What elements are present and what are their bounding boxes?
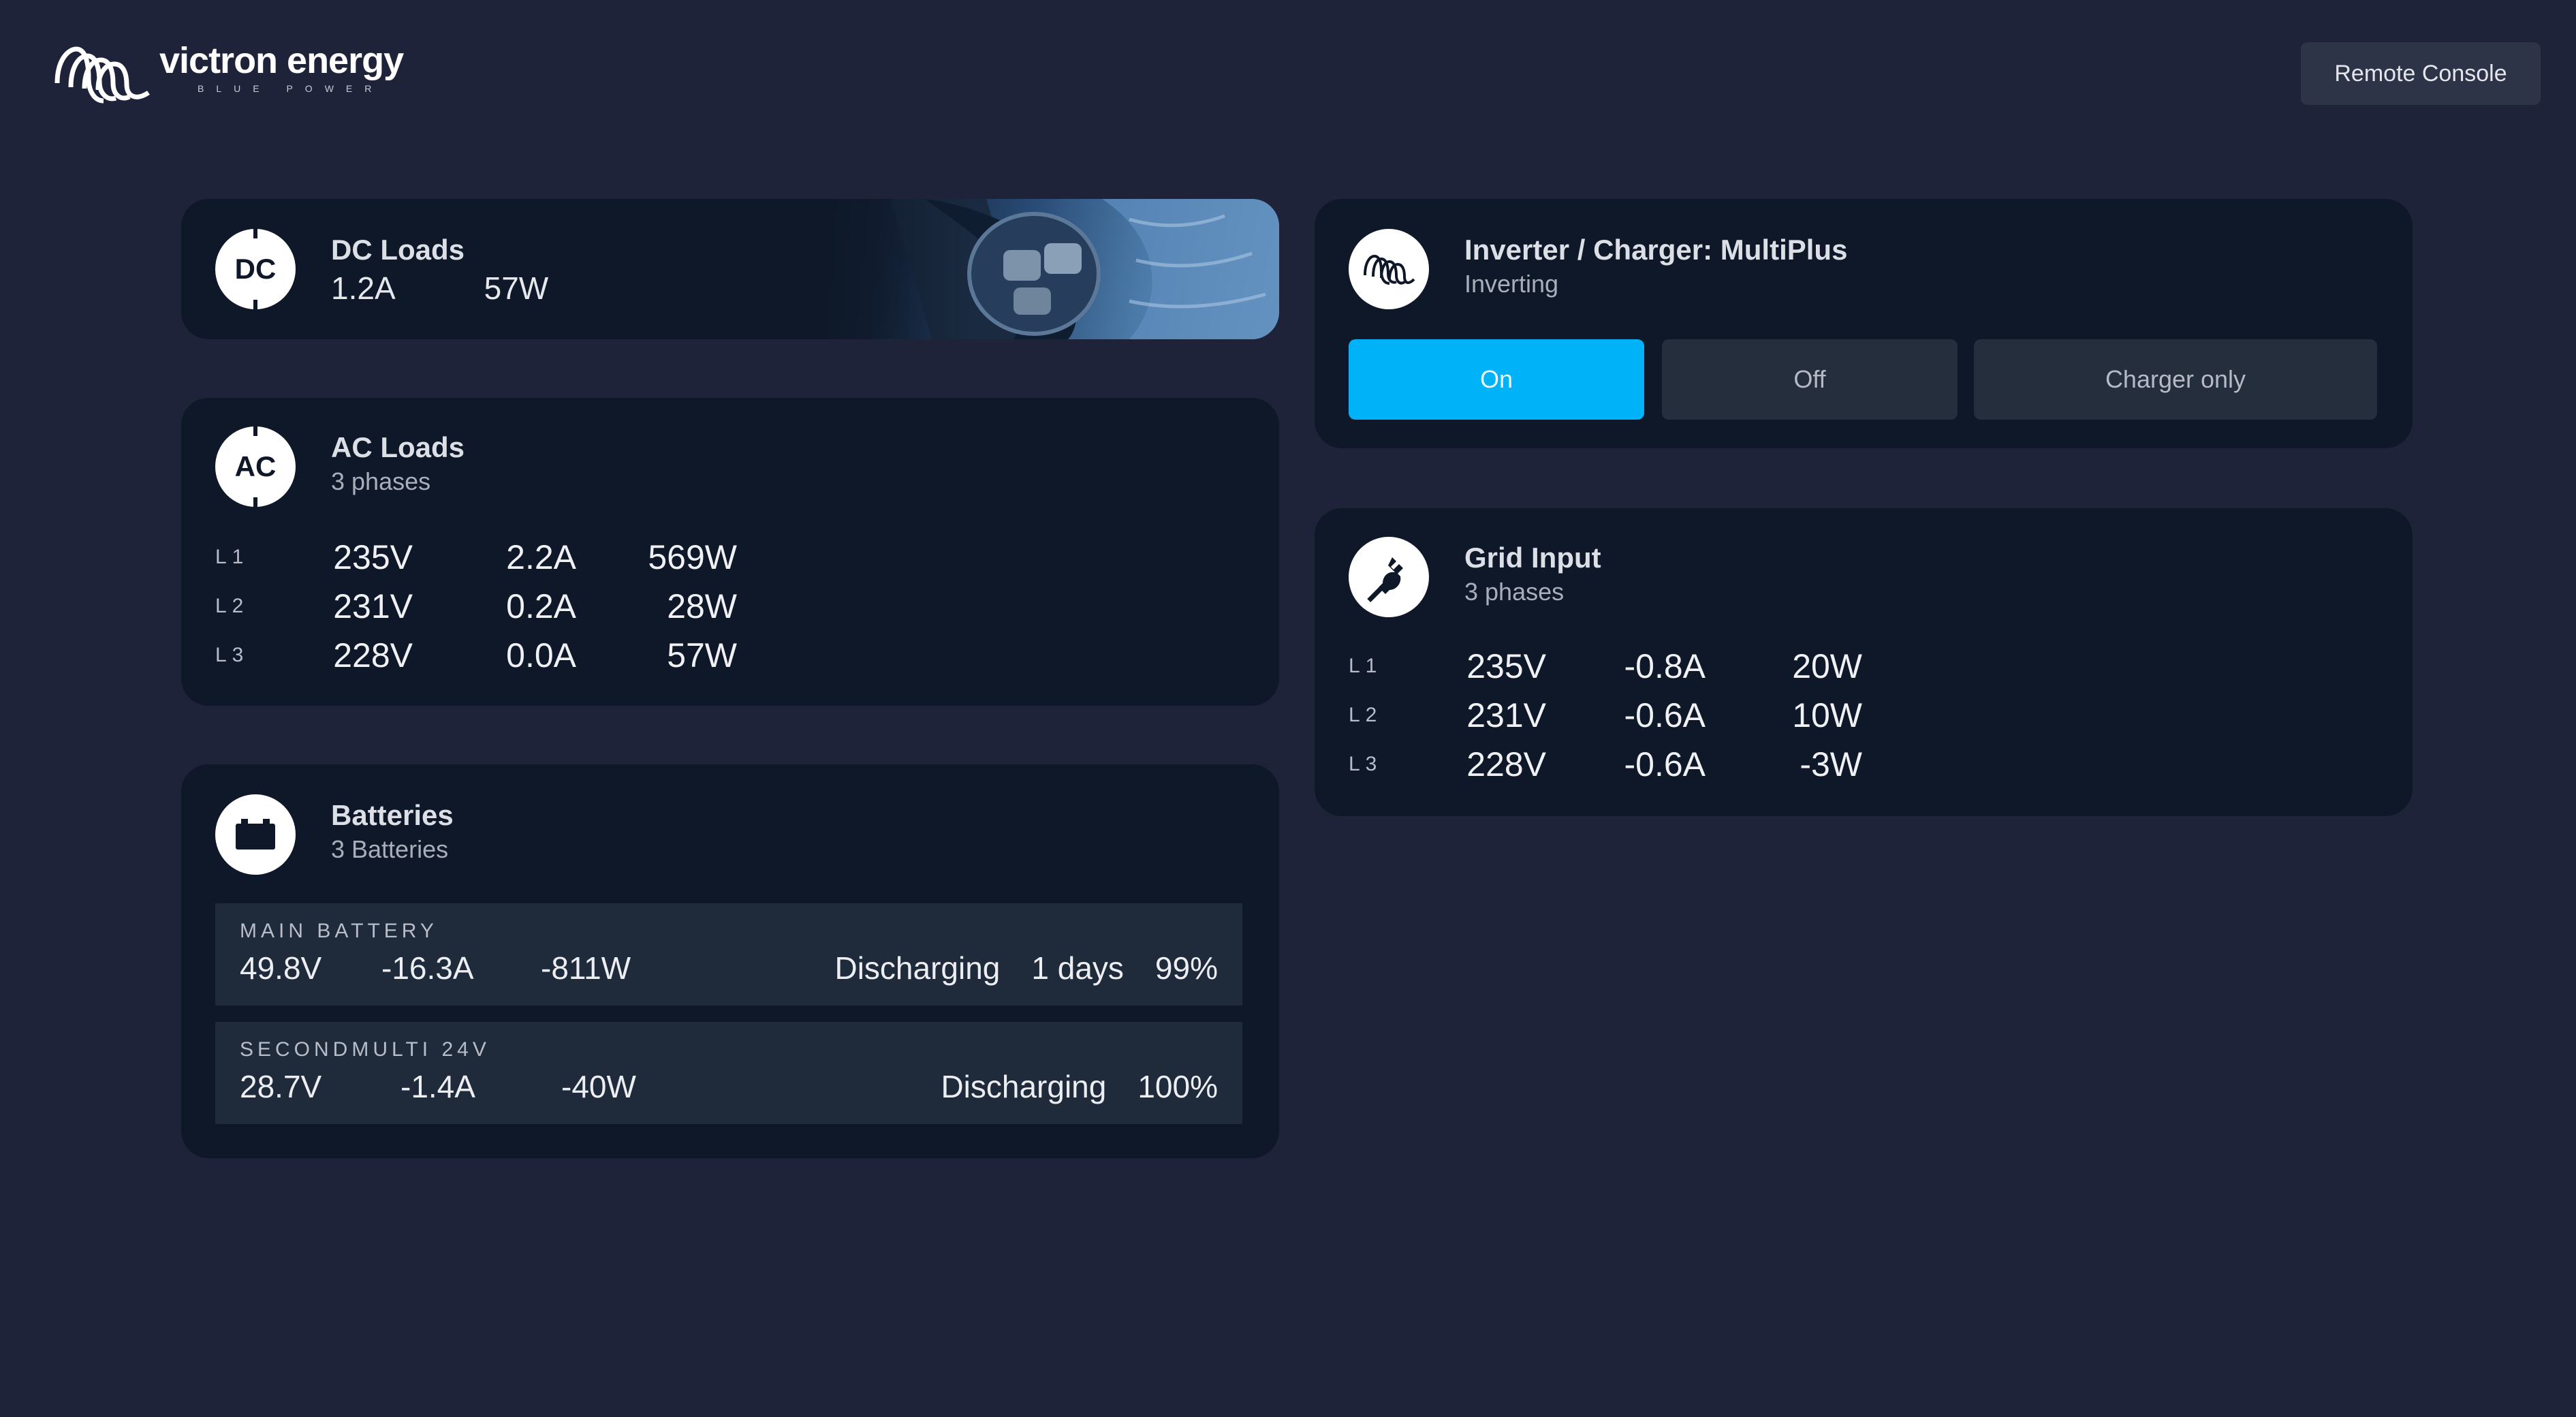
battery-state: Discharging bbox=[941, 1069, 1107, 1104]
phase-voltage: 228V bbox=[1466, 745, 1546, 783]
phase-row: L1 235V 2.2A 569W bbox=[215, 533, 737, 582]
ac-loads-phases: L1 235V 2.2A 569W L2 231V 0.2A 28W L3 22… bbox=[215, 533, 737, 680]
battery-name: SECONDMULTI 24V bbox=[240, 1038, 490, 1061]
battery-values: 49.8V -16.3A -811W Discharging 1 days 99… bbox=[240, 950, 1218, 986]
dc-loads-card[interactable]: DC DC Loads 1.2A 57W bbox=[181, 199, 1279, 339]
phase-label: L3 bbox=[215, 644, 249, 666]
battery-soc: 99% bbox=[1155, 950, 1218, 986]
boat-image bbox=[809, 199, 1279, 339]
phase-voltage: 231V bbox=[1466, 696, 1546, 734]
phase-voltage: 235V bbox=[1466, 647, 1546, 685]
plug-icon bbox=[1349, 537, 1429, 617]
logo-wordmark: victron energy BLUE POWER bbox=[159, 40, 404, 94]
phase-label: L3 bbox=[1349, 753, 1383, 775]
phase-row: L2 231V -0.6A 10W bbox=[1349, 691, 1862, 740]
phase-row: L3 228V 0.0A 57W bbox=[215, 631, 737, 680]
ac-loads-card[interactable]: AC AC Loads 3 phases L1 235V 2.2A 569W L… bbox=[181, 398, 1279, 706]
phase-power: 10W bbox=[1792, 696, 1862, 734]
remote-console-button[interactable]: Remote Console bbox=[2301, 42, 2541, 105]
phase-power: 57W bbox=[667, 636, 737, 674]
battery-power: -40W bbox=[561, 1069, 636, 1104]
mode-charger-only-button[interactable]: Charger only bbox=[1974, 339, 2377, 420]
phase-power: 569W bbox=[648, 538, 737, 576]
batteries-card[interactable]: Batteries 3 Batteries MAIN BATTERY 49.8V… bbox=[181, 764, 1279, 1158]
grid-input-card[interactable]: Grid Input 3 phases L1 235V -0.8A 20W L2… bbox=[1315, 508, 2413, 816]
dc-loads-values: 1.2A 57W bbox=[331, 270, 637, 307]
logo-name: victron energy bbox=[159, 40, 404, 81]
phase-power: -3W bbox=[1800, 745, 1862, 783]
batteries-subtitle: 3 Batteries bbox=[331, 835, 449, 864]
batteries-header: Batteries 3 Batteries bbox=[215, 794, 454, 875]
mode-off-button[interactable]: Off bbox=[1662, 339, 1958, 420]
mode-on-button[interactable]: On bbox=[1349, 339, 1644, 420]
phase-label: L1 bbox=[1349, 655, 1383, 677]
inverter-header: Inverter / Charger: MultiPlus Inverting bbox=[1349, 229, 1847, 309]
phase-voltage: 235V bbox=[333, 538, 413, 576]
inverter-title: Inverter / Charger: MultiPlus bbox=[1464, 234, 1848, 266]
phase-row: L1 235V -0.8A 20W bbox=[1349, 642, 1862, 691]
phase-current: 0.0A bbox=[506, 636, 576, 674]
battery-time: 1 days bbox=[1031, 950, 1124, 986]
ac-loads-header: AC AC Loads 3 phases bbox=[215, 426, 465, 507]
phase-label: L2 bbox=[1349, 704, 1383, 726]
battery-soc: 100% bbox=[1137, 1069, 1218, 1104]
battery-icon bbox=[215, 794, 296, 875]
inverter-card[interactable]: Inverter / Charger: MultiPlus Inverting … bbox=[1315, 199, 2413, 448]
grid-input-phases: L1 235V -0.8A 20W L2 231V -0.6A 10W L3 2… bbox=[1349, 642, 1862, 789]
dc-loads-title: DC Loads bbox=[331, 234, 465, 266]
dc-badge-icon: DC bbox=[215, 229, 296, 309]
phase-current: 0.2A bbox=[506, 587, 576, 625]
phase-row: L2 231V 0.2A 28W bbox=[215, 582, 737, 631]
phase-label: L2 bbox=[215, 595, 249, 617]
victron-logo: victron energy BLUE POWER bbox=[53, 40, 404, 108]
dc-loads-current: 1.2A bbox=[331, 270, 396, 307]
phase-power: 28W bbox=[667, 587, 737, 625]
ac-badge-icon: AC bbox=[215, 426, 296, 507]
victron-logo-icon bbox=[54, 46, 150, 104]
grid-input-subtitle: 3 phases bbox=[1464, 578, 1565, 606]
battery-item-main[interactable]: MAIN BATTERY 49.8V -16.3A -811W Discharg… bbox=[215, 903, 1242, 1006]
ac-loads-subtitle: 3 phases bbox=[331, 467, 431, 496]
phase-label: L1 bbox=[215, 546, 249, 568]
inverter-coil-icon bbox=[1349, 229, 1429, 309]
grid-input-title: Grid Input bbox=[1464, 542, 1601, 574]
battery-current: -1.4A bbox=[400, 1069, 475, 1104]
battery-current: -16.3A bbox=[381, 950, 474, 986]
phase-voltage: 228V bbox=[333, 636, 413, 674]
battery-item-secondmulti[interactable]: SECONDMULTI 24V 28.7V -1.4A -40W Dischar… bbox=[215, 1022, 1242, 1124]
inverter-subtitle: Inverting bbox=[1464, 270, 1559, 298]
phase-current: -0.8A bbox=[1624, 647, 1706, 685]
phase-current: -0.6A bbox=[1624, 696, 1706, 734]
grid-input-header: Grid Input 3 phases bbox=[1349, 537, 1601, 617]
phase-current: 2.2A bbox=[506, 538, 576, 576]
battery-values: 28.7V -1.4A -40W Discharging 100% bbox=[240, 1068, 1218, 1105]
dashboard-page: victron energy BLUE POWER Remote Console bbox=[0, 0, 2576, 1417]
battery-voltage: 28.7V bbox=[240, 1069, 322, 1104]
batteries-title: Batteries bbox=[331, 799, 454, 831]
phase-power: 20W bbox=[1792, 647, 1862, 685]
battery-power: -811W bbox=[541, 950, 631, 986]
dc-loads-power: 57W bbox=[484, 270, 549, 307]
logo-tagline: BLUE POWER bbox=[198, 83, 384, 94]
ac-loads-title: AC Loads bbox=[331, 431, 465, 463]
battery-state: Discharging bbox=[834, 950, 1001, 986]
phase-current: -0.6A bbox=[1624, 745, 1706, 783]
battery-name: MAIN BATTERY bbox=[240, 920, 438, 942]
phase-voltage: 231V bbox=[333, 587, 413, 625]
boat-illustration bbox=[809, 199, 1279, 339]
phase-row: L3 228V -0.6A -3W bbox=[1349, 740, 1862, 789]
dc-loads-header: DC DC Loads 1.2A 57W bbox=[215, 229, 637, 309]
battery-voltage: 49.8V bbox=[240, 950, 322, 986]
